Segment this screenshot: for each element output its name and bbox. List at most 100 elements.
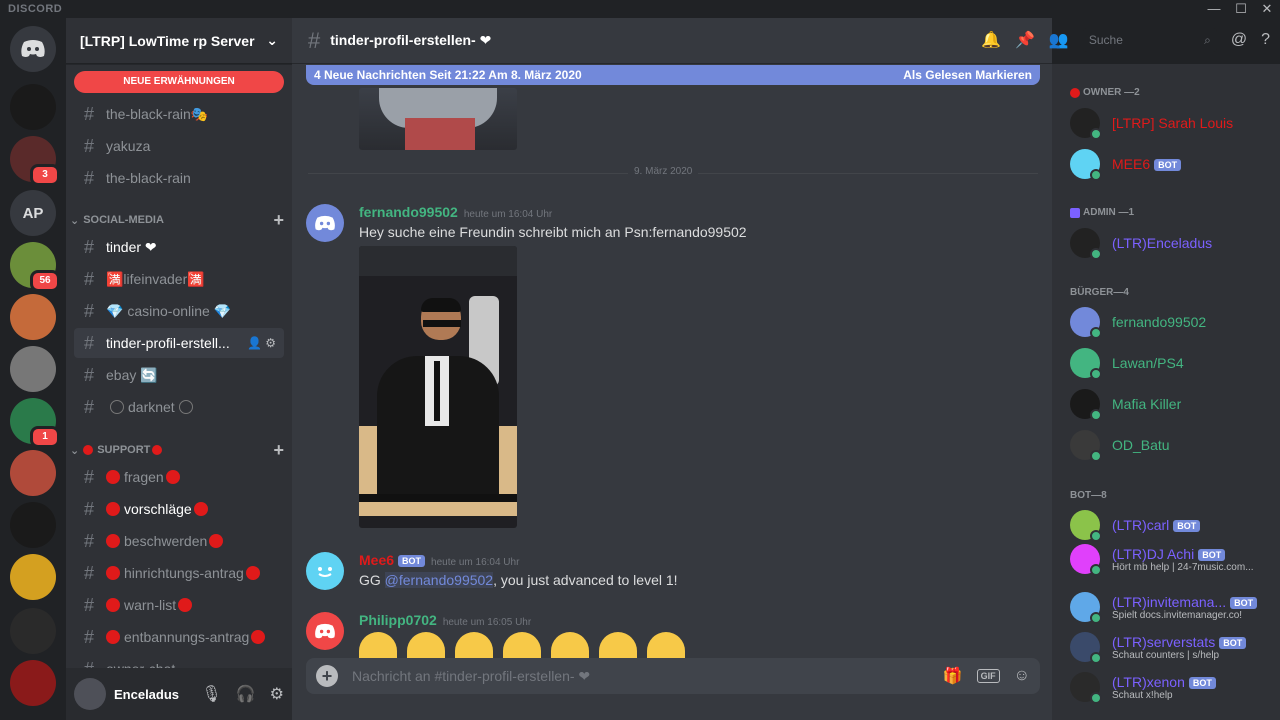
channel-item[interactable]: # the-black-rain xyxy=(74,163,284,193)
headphones-icon[interactable]: 🎧 xyxy=(236,684,256,704)
channel-item[interactable]: # 💎 casino-online 💎 xyxy=(74,296,284,326)
app-brand: DISCORD xyxy=(8,3,63,15)
add-channel-icon[interactable]: + xyxy=(273,440,284,461)
channel-item[interactable]: # fragen xyxy=(74,462,284,492)
server-icon[interactable]: AP xyxy=(10,190,56,236)
search-input[interactable]: Suche ⌕ xyxy=(1082,28,1217,52)
member-item[interactable]: fernando99502 xyxy=(1070,302,1275,342)
author-name[interactable]: fernando99502 xyxy=(359,204,458,220)
bell-icon[interactable]: 🔔 xyxy=(981,30,1001,50)
image-attachment[interactable] xyxy=(359,88,517,150)
avatar xyxy=(1070,632,1102,664)
channel-item[interactable]: # vorschläge xyxy=(74,494,284,524)
channel-settings-icon[interactable]: 👤 ⚙ xyxy=(247,336,276,350)
avatar xyxy=(1070,544,1102,576)
close-button[interactable]: ✕ xyxy=(1259,1,1275,17)
upload-plus-icon[interactable]: + xyxy=(316,665,338,687)
avatar[interactable] xyxy=(306,612,344,650)
category-social-media[interactable]: ⌄ SOCIAL-MEDIA + xyxy=(70,210,284,230)
member-list-icon[interactable]: 👥 xyxy=(1049,30,1069,50)
avatar xyxy=(1070,510,1102,542)
message-author[interactable]: Philipp0702 heute um 16:05 Uhr xyxy=(359,612,531,628)
category-label: SOCIAL-MEDIA xyxy=(83,214,164,226)
channel-item[interactable]: # yakuza xyxy=(74,131,284,161)
message-text: GG @fernando99502, you just advanced to … xyxy=(359,572,678,588)
channel-item[interactable]: # entbannungs-antrag xyxy=(74,622,284,652)
server-icon[interactable] xyxy=(10,608,56,654)
member-name: fernando99502 xyxy=(1112,314,1207,330)
gift-icon[interactable]: 🎁 xyxy=(943,666,963,686)
avatar[interactable] xyxy=(306,204,344,242)
member-item[interactable]: MEE6 BOT xyxy=(1070,144,1275,184)
member-name: (LTR)Enceladus xyxy=(1112,235,1213,251)
hash-icon: # xyxy=(84,626,95,647)
bot-badge: BOT xyxy=(1198,548,1226,561)
author-name[interactable]: Mee6 xyxy=(359,552,394,568)
mark-as-read-button[interactable]: Als Gelesen Markieren xyxy=(903,68,1032,82)
maximize-button[interactable]: ☐ xyxy=(1233,1,1249,17)
hash-icon: # xyxy=(84,300,95,321)
gif-icon[interactable]: GIF xyxy=(976,669,1000,683)
minimize-button[interactable]: — xyxy=(1206,1,1222,17)
channel-item[interactable]: # darknet xyxy=(74,392,284,422)
channel-name: vorschläge xyxy=(124,501,192,517)
channel-item[interactable]: # warn-list xyxy=(74,590,284,620)
message-author[interactable]: Mee6 BOT heute um 16:04 Uhr xyxy=(359,552,519,568)
channel-item[interactable]: # tinder ❤ xyxy=(74,232,284,262)
member-item[interactable]: OD_Batu xyxy=(1070,425,1275,465)
server-icon[interactable] xyxy=(10,450,56,496)
member-item[interactable]: (LTR)DJ Achi BOT Hört mb help | 24-7music.… xyxy=(1070,539,1275,579)
member-item[interactable]: (LTR)xenon BOT Schaut x!help xyxy=(1070,667,1275,707)
member-item[interactable]: (LTR)Enceladus xyxy=(1070,223,1275,263)
channel-item[interactable]: # beschwerden xyxy=(74,526,284,556)
channel-name: tinder-profil-erstell... xyxy=(106,335,230,351)
mention-at-icon[interactable]: @ xyxy=(1231,31,1247,49)
black-circle-icon xyxy=(110,400,124,414)
add-channel-icon[interactable]: + xyxy=(273,210,284,231)
server-icon[interactable] xyxy=(10,502,56,548)
avatar[interactable] xyxy=(74,678,106,710)
microphone-icon[interactable]: 🎙 xyxy=(201,684,221,704)
member-item[interactable]: (LTR)invitemana... BOT Spielt docs.invitem… xyxy=(1070,587,1275,627)
hash-icon: # xyxy=(84,332,95,353)
red-circle-icon xyxy=(106,566,120,580)
channel-name: the-black-rain🎭 xyxy=(106,105,209,122)
member-item[interactable]: [LTRP] Sarah Louis xyxy=(1070,103,1275,143)
pin-icon[interactable]: 📌 xyxy=(1015,30,1035,50)
hash-icon: # xyxy=(84,167,95,188)
channel-name: yakuza xyxy=(106,138,151,154)
emoji-picker-icon[interactable]: ☺ xyxy=(1014,667,1030,685)
server-icon[interactable] xyxy=(10,660,56,706)
image-attachment[interactable] xyxy=(359,246,517,528)
server-icon[interactable]: 1 xyxy=(10,398,60,448)
help-icon[interactable]: ? xyxy=(1261,31,1270,49)
category-support[interactable]: ⌄ SUPPORT + xyxy=(70,440,284,460)
server-icon[interactable]: 56 xyxy=(10,242,60,292)
channel-item[interactable]: # tinder-profil-erstell... 👤 ⚙ xyxy=(74,328,284,358)
home-button[interactable] xyxy=(10,26,56,72)
server-icon[interactable] xyxy=(10,84,56,130)
server-icon[interactable] xyxy=(10,346,56,392)
member-item[interactable]: (LTR)serverstats BOT Schaut counters | s/h… xyxy=(1070,627,1275,667)
new-messages-bar[interactable]: 4 Neue Nachrichten Seit 21:22 Am 8. März… xyxy=(306,65,1040,85)
server-icon[interactable]: 3 xyxy=(10,136,60,186)
message-author[interactable]: fernando99502 heute um 16:04 Uhr xyxy=(359,204,552,220)
channel-item[interactable]: # the-black-rain🎭 xyxy=(74,99,284,129)
user-mention[interactable]: @fernando99502 xyxy=(384,572,494,588)
avatar[interactable] xyxy=(306,552,344,590)
author-name[interactable]: Philipp0702 xyxy=(359,612,437,628)
member-item[interactable]: Lawan/PS4 xyxy=(1070,343,1275,383)
member-name: (LTR)carl xyxy=(1112,517,1170,533)
channel-item[interactable]: # ebay 🔄 xyxy=(74,360,284,390)
channel-name: darknet xyxy=(128,399,175,415)
server-icon[interactable] xyxy=(10,554,56,600)
category-label: SUPPORT xyxy=(97,444,151,456)
channel-item[interactable]: # 🈵lifeinvader🈵 xyxy=(74,264,284,294)
new-mentions-pill[interactable]: NEUE ERWÄHNUNGEN xyxy=(74,71,284,93)
settings-gear-icon[interactable]: ⚙ xyxy=(270,684,284,704)
server-icon[interactable] xyxy=(10,294,56,340)
channel-item[interactable]: # hinrichtungs-antrag xyxy=(74,558,284,588)
member-item[interactable]: Mafia Killer xyxy=(1070,384,1275,424)
server-header[interactable]: [LTRP] LowTime rp Server ⌄ xyxy=(66,18,292,64)
message-input[interactable] xyxy=(352,668,943,684)
